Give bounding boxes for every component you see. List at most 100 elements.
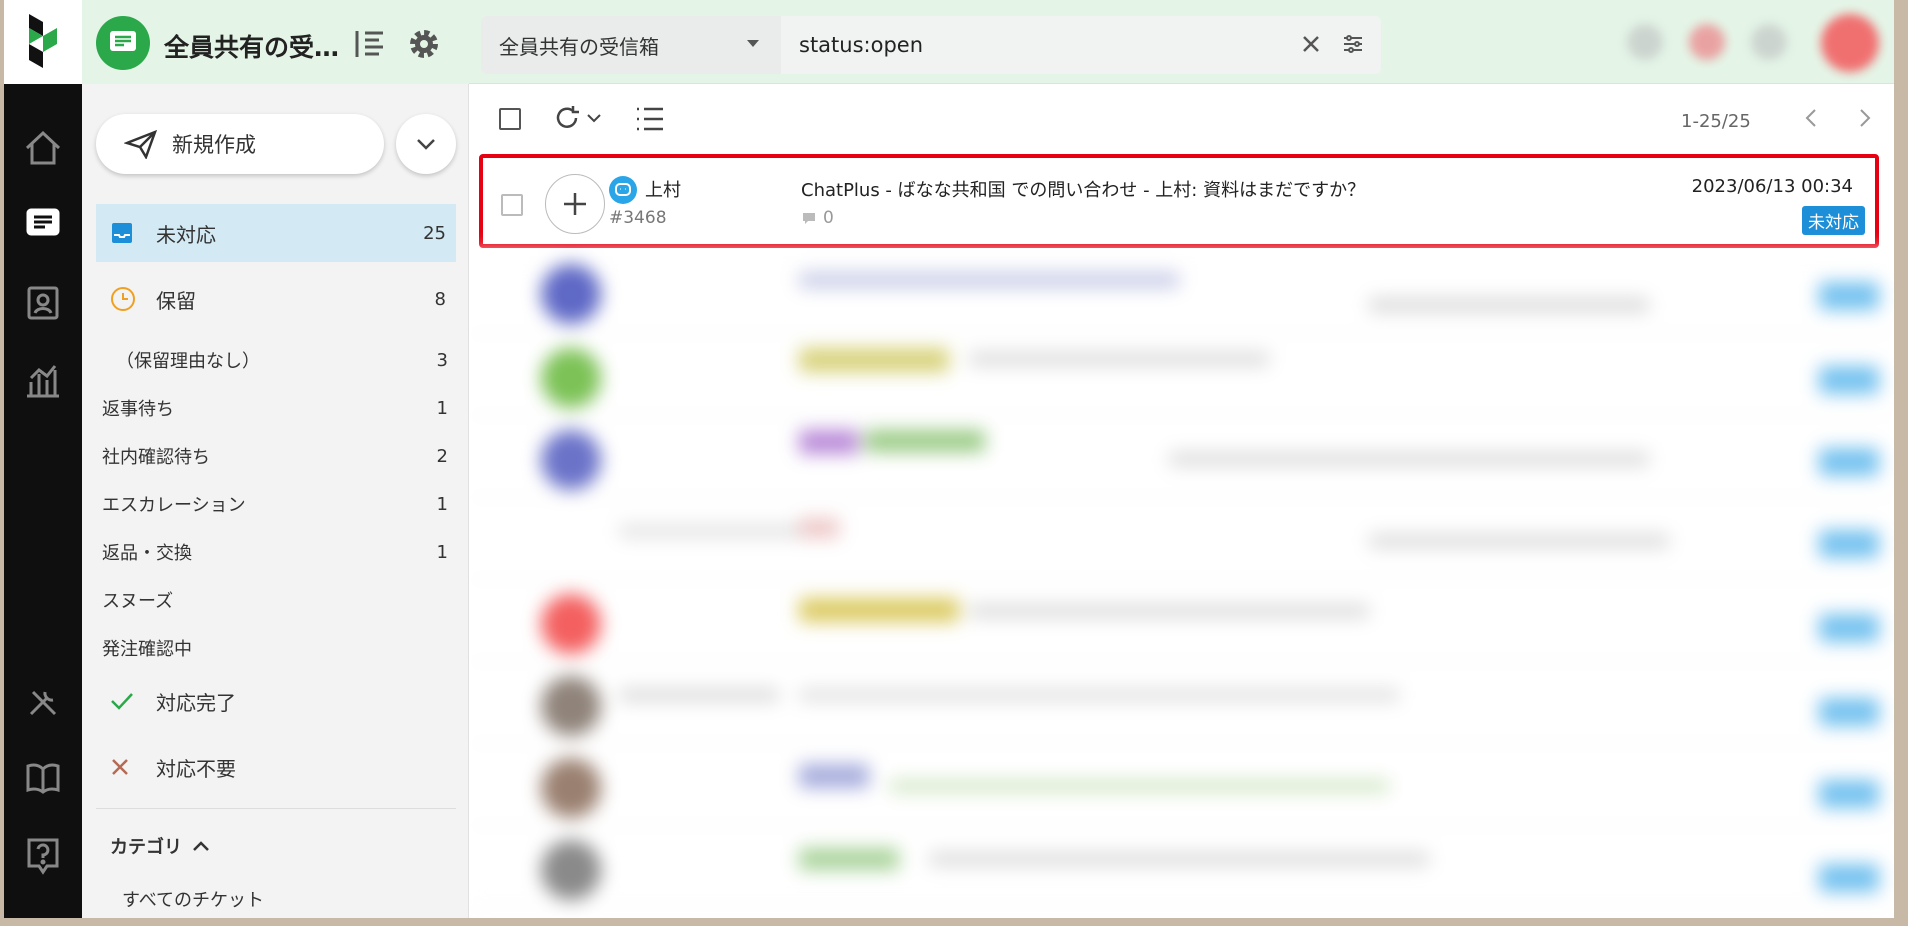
list-item[interactable] <box>469 334 1894 416</box>
logo[interactable] <box>4 0 82 84</box>
list-item[interactable] <box>469 826 1894 908</box>
tools-icon <box>29 690 57 716</box>
rail-inbox[interactable] <box>4 194 82 254</box>
compose-label: 新規作成 <box>172 133 256 157</box>
check-icon <box>110 691 134 711</box>
rail-contacts[interactable] <box>4 272 82 332</box>
book-icon <box>26 763 60 794</box>
search-input[interactable] <box>799 26 1279 64</box>
ticket-assignee: 上村 <box>645 180 681 201</box>
sort-list-icon <box>637 107 663 131</box>
notification-icon[interactable] <box>1627 24 1663 60</box>
chat-channel-icon <box>609 176 637 204</box>
nav-status-pending[interactable]: 保留 8 <box>96 270 456 328</box>
pagination-count: 1-25/25 <box>1681 111 1751 132</box>
plus-icon <box>564 193 586 215</box>
ticket-checkbox[interactable] <box>501 194 523 216</box>
nav-sub-count: 1 <box>436 493 448 515</box>
alert-icon[interactable] <box>1689 24 1725 60</box>
nav-count: 8 <box>434 288 446 310</box>
category-toggle[interactable]: カテゴリ <box>110 833 210 859</box>
rail-help[interactable] <box>4 826 82 886</box>
rail-reports[interactable] <box>4 350 82 410</box>
search-options-button[interactable] <box>1339 30 1367 62</box>
refresh-icon <box>556 106 579 128</box>
chevron-up-icon <box>193 841 209 851</box>
list-item[interactable] <box>469 252 1894 334</box>
nav-label: 未対応 <box>156 222 216 247</box>
settings-button[interactable] <box>404 24 444 64</box>
select-all-checkbox[interactable] <box>499 108 521 130</box>
sidebar: 全員共有の受… 新規作成 未対応 25 保留 8 （保留理由なし） 3 返事待ち… <box>82 0 469 918</box>
compose-button[interactable]: 新規作成 <box>96 114 384 174</box>
sidebar-divider <box>96 808 456 809</box>
nav-status-done[interactable]: 対応完了 <box>96 676 456 726</box>
category-item[interactable]: すべてのチケット <box>122 886 264 912</box>
nav-label: 対応不要 <box>156 756 236 781</box>
view-settings-button[interactable] <box>350 24 390 64</box>
nav-sub-item[interactable]: スヌーズ <box>96 580 456 620</box>
next-page-button[interactable] <box>1859 108 1871 128</box>
nav-sub-item[interactable]: エスカレーション 1 <box>96 484 456 524</box>
logo-icon <box>29 14 57 68</box>
nav-sub-label: 返事待ち <box>102 399 174 420</box>
nav-sub-count: 2 <box>436 445 448 467</box>
chevron-right-icon <box>1860 109 1871 127</box>
app-window: 全員共有の受… 新規作成 未対応 25 保留 8 （保留理由なし） 3 返事待ち… <box>4 0 1894 918</box>
chevron-down-icon <box>417 139 435 150</box>
nav-label: 対応完了 <box>156 690 236 715</box>
ticket-subject[interactable]: ChatPlus - ばなな共和国 での問い合わせ - 上村: 資料はまだですか… <box>801 176 1365 202</box>
refresh-menu-button[interactable] <box>587 114 601 123</box>
apps-icon[interactable] <box>1751 24 1787 60</box>
refresh-button[interactable] <box>553 104 581 132</box>
home-icon <box>25 130 61 165</box>
inbox-badge-icon <box>110 31 136 51</box>
ticket-list: 上村 #3468 ChatPlus - ばなな共和国 での問い合わせ - 上村:… <box>469 152 1894 918</box>
nav-sub-label: 返品・交換 <box>102 543 192 564</box>
chevron-down-icon <box>587 114 601 123</box>
app-rail <box>4 0 82 918</box>
list-settings-icon <box>355 31 383 57</box>
reports-icon <box>27 365 59 398</box>
nav-sub-item[interactable]: 発注確認中 <box>96 628 456 668</box>
nav-count: 25 <box>423 222 446 244</box>
comment-icon <box>803 213 815 224</box>
nav-status-unnecessary[interactable]: 対応不要 <box>96 742 456 792</box>
ticket-row[interactable]: 上村 #3468 ChatPlus - ばなな共和国 での問い合わせ - 上村:… <box>479 154 1879 248</box>
clock-icon <box>110 286 136 312</box>
status-badge: 未対応 <box>1802 206 1865 235</box>
nav-sub-count: 1 <box>436 541 448 563</box>
sort-button[interactable] <box>635 106 665 132</box>
nav-sub-label: スヌーズ <box>102 591 174 612</box>
nav-sub-item[interactable]: 返事待ち 1 <box>96 388 456 428</box>
assign-button[interactable] <box>545 174 605 234</box>
list-item[interactable] <box>469 662 1894 744</box>
comment-count: 0 <box>801 208 834 228</box>
inbox-badge[interactable] <box>96 16 150 70</box>
close-icon <box>1303 36 1319 52</box>
nav-sub-item[interactable]: 返品・交換 1 <box>96 532 456 572</box>
nav-status-open[interactable]: 未対応 25 <box>96 204 456 262</box>
nav-label: 保留 <box>156 288 196 313</box>
prev-page-button[interactable] <box>1805 108 1817 128</box>
avatar[interactable] <box>1821 14 1879 72</box>
folder-select[interactable]: 全員共有の受信箱 <box>481 16 781 74</box>
nav-sub-item[interactable]: 社内確認待ち 2 <box>96 436 456 476</box>
help-icon <box>27 838 59 875</box>
list-item[interactable] <box>469 498 1894 580</box>
search-box <box>781 16 1381 74</box>
inbox-tray-icon <box>110 221 134 245</box>
list-item[interactable] <box>469 580 1894 662</box>
rail-home[interactable] <box>4 118 82 178</box>
rail-docs[interactable] <box>4 748 82 808</box>
nav-sub-item[interactable]: （保留理由なし） 3 <box>96 340 456 380</box>
tune-icon <box>1344 35 1362 53</box>
nav-sub-label: 社内確認待ち <box>102 447 210 468</box>
dropdown-arrow-icon <box>747 40 759 47</box>
comment-count-value: 0 <box>823 208 834 228</box>
close-icon <box>110 757 130 777</box>
rail-tools[interactable] <box>4 672 82 732</box>
compose-menu-button[interactable] <box>396 114 456 174</box>
clear-search-button[interactable] <box>1297 30 1325 62</box>
send-icon <box>124 129 158 159</box>
